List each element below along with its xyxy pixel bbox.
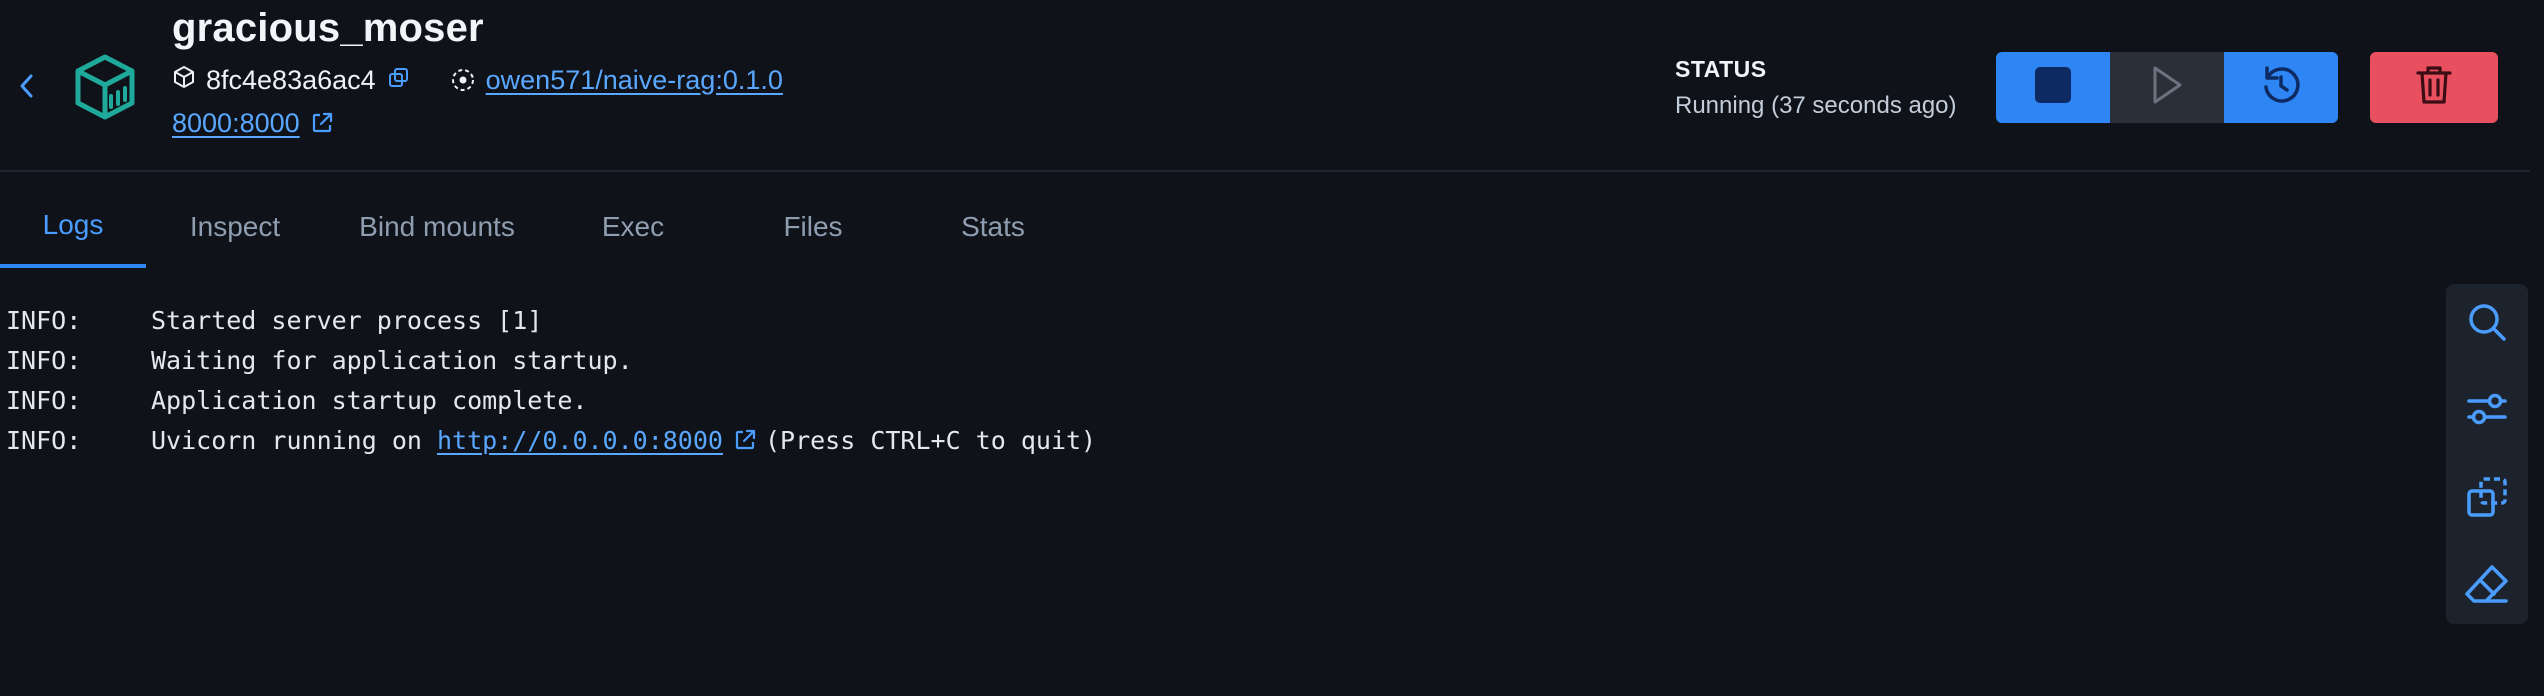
back-button[interactable] <box>12 68 42 108</box>
log-message: Application startup complete. <box>151 385 588 415</box>
copy-logs-button[interactable] <box>2446 469 2528 529</box>
log-message: Started server process [1] <box>151 305 543 335</box>
container-controls <box>1996 52 2338 123</box>
log-message: (Press CTRL+C to quit) <box>764 425 1097 455</box>
search-logs-button[interactable] <box>2446 294 2528 354</box>
cube-icon <box>172 65 196 96</box>
log-url-link[interactable]: http://0.0.0.0:8000 <box>437 426 723 455</box>
stop-icon <box>2033 65 2073 110</box>
image-link[interactable]: owen571/naive-rag:0.1.0 <box>486 65 783 96</box>
status-value: Running (37 seconds ago) <box>1675 92 1957 119</box>
log-level: INFO: <box>6 385 82 415</box>
log-line: INFO: Waiting for application startup. <box>6 340 1096 380</box>
container-header: gracious_moser 8fc4e83a6ac4 owen571/naiv… <box>0 0 2530 170</box>
log-message: Waiting for application startup. <box>151 345 633 375</box>
tab-inspect[interactable]: Inspect <box>146 186 324 268</box>
port-mapping: 8000:8000 <box>172 103 334 143</box>
container-name: gracious_moser <box>172 6 484 50</box>
tab-stats[interactable]: Stats <box>910 186 1076 268</box>
status-block: STATUS Running (37 seconds ago) <box>1675 56 1957 120</box>
log-toolbar <box>2446 284 2528 624</box>
external-link-icon[interactable] <box>310 111 334 135</box>
container-id: 8fc4e83a6ac4 <box>206 64 376 95</box>
port-link[interactable]: 8000:8000 <box>172 108 300 139</box>
restart-button[interactable] <box>2224 52 2338 123</box>
copy-id-button[interactable] <box>388 65 410 96</box>
tab-files[interactable]: Files <box>716 186 910 268</box>
log-line: INFO: Application startup complete. <box>6 380 1096 420</box>
status-label: STATUS <box>1675 56 1767 82</box>
search-icon <box>2465 300 2509 349</box>
log-level: INFO: <box>6 345 82 375</box>
stop-button[interactable] <box>1996 52 2110 123</box>
log-line: INFO: Uvicorn running on http://0.0.0.0:8… <box>6 420 1096 460</box>
log-level: INFO: <box>6 305 82 335</box>
sliders-icon <box>2465 387 2509 436</box>
container-meta: 8fc4e83a6ac4 owen571/naive-rag:0.1.0 <box>172 60 783 100</box>
eraser-icon <box>2464 562 2510 611</box>
start-button[interactable] <box>2110 52 2224 123</box>
play-icon <box>2149 64 2185 111</box>
log-line: INFO: Started server process [1] <box>6 300 1096 340</box>
chevron-left-icon <box>18 73 36 104</box>
external-link-icon[interactable] <box>733 428 757 452</box>
tab-bar: Logs Inspect Bind mounts Exec Files Stat… <box>0 186 1076 268</box>
log-settings-button[interactable] <box>2446 381 2528 441</box>
copy-icon <box>388 65 410 96</box>
container-box-icon <box>70 52 140 122</box>
trash-icon <box>2414 64 2454 111</box>
tab-logs[interactable]: Logs <box>0 186 146 268</box>
clear-logs-button[interactable] <box>2446 556 2528 616</box>
header-divider <box>0 170 2530 172</box>
image-layers-icon <box>450 67 476 93</box>
copy-dashed-icon <box>2465 475 2509 524</box>
log-output: INFO: Started server process [1] INFO: Wai… <box>6 300 1096 460</box>
log-level: INFO: <box>6 425 82 455</box>
log-message: Uvicorn running on <box>151 425 437 455</box>
tab-bind-mounts[interactable]: Bind mounts <box>324 186 550 268</box>
delete-button[interactable] <box>2370 52 2498 123</box>
restart-icon <box>2259 63 2303 112</box>
tab-exec[interactable]: Exec <box>550 186 716 268</box>
